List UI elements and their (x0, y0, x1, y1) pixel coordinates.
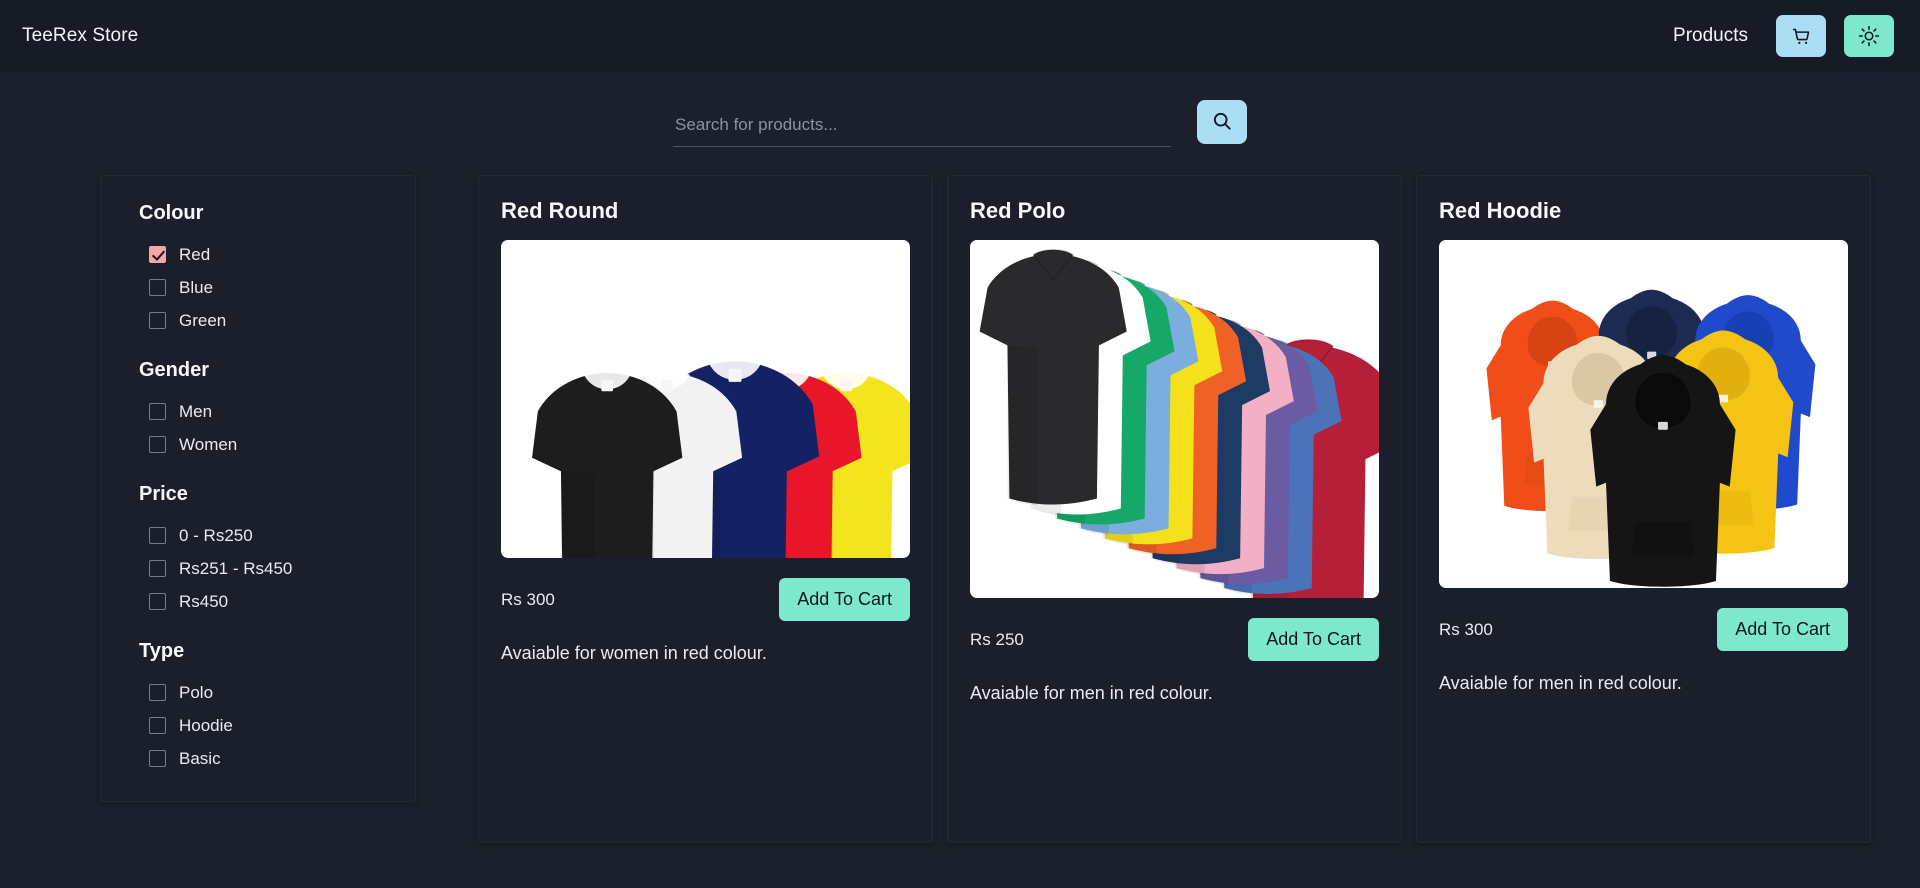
product-card: Red Polo Rs 250 Add To Cart Avaiable for… (947, 175, 1402, 843)
checkbox[interactable] (149, 527, 166, 544)
search-button[interactable] (1197, 100, 1247, 144)
product-meta-row: Rs 300 Add To Cart (501, 578, 910, 621)
filter-option-rs251-rs450[interactable]: Rs251 - Rs450 (101, 552, 415, 585)
product-title: Red Round (501, 198, 619, 223)
product-price: Rs 250 (970, 629, 1024, 649)
add-to-cart-button[interactable]: Add To Cart (1248, 618, 1379, 661)
navbar-actions: Products (1663, 15, 1894, 57)
filter-group-title: Type (139, 640, 185, 662)
checkbox[interactable] (149, 750, 166, 767)
filter-option-label: Basic (179, 748, 221, 768)
filter-option-green[interactable]: Green (101, 304, 415, 337)
checkbox[interactable] (149, 436, 166, 453)
search-bar (0, 72, 1920, 147)
shopping-cart-icon (1791, 26, 1812, 47)
main-content: Colour Red Blue Green Gender Men Women Price 0 -… (0, 147, 1920, 843)
navbar: TeeRex Store Products (0, 0, 1920, 72)
product-price: Rs 300 (1439, 619, 1493, 639)
nav-link-products[interactable]: Products (1663, 21, 1758, 51)
checkbox[interactable] (149, 593, 166, 610)
filter-option-women[interactable]: Women (101, 428, 415, 461)
product-card: Red Hoodie Rs 300 Add To Cart Avaiable f… (1416, 175, 1871, 843)
polo-shirts-photo (970, 240, 1379, 598)
product-price: Rs 300 (501, 589, 555, 609)
filter-option-polo[interactable]: Polo (101, 676, 415, 709)
filter-option-red[interactable]: Red (101, 238, 415, 271)
product-meta-row: Rs 250 Add To Cart (970, 618, 1379, 661)
filter-group-colour: Colour Red Blue Green (101, 202, 415, 337)
filter-option-label: 0 - Rs250 (179, 525, 253, 545)
search-field-wrapper (673, 109, 1171, 147)
search-icon (1211, 110, 1233, 135)
checkbox[interactable] (149, 717, 166, 734)
filter-group-price: Price 0 - Rs250 Rs251 - Rs450 Rs450 (101, 483, 415, 618)
filter-option-label: Red (179, 244, 211, 264)
product-title: Red Hoodie (1439, 198, 1562, 223)
filter-option-men[interactable]: Men (101, 395, 415, 428)
filter-option-label: Women (179, 434, 238, 454)
filter-group-title: Price (139, 483, 188, 505)
product-grid: Red Round Rs 300 Add To Cart Avaiable fo… (416, 175, 1871, 843)
theme-toggle-button[interactable] (1844, 15, 1894, 57)
search-input[interactable] (673, 109, 1171, 147)
filter-option-0-rs250[interactable]: 0 - Rs250 (101, 519, 415, 552)
filter-option-label: Rs251 - Rs450 (179, 558, 293, 578)
filter-group-title: Colour (139, 202, 204, 224)
filter-option-label: Hoodie (179, 715, 233, 735)
filter-sidebar: Colour Red Blue Green Gender Men Women Price 0 -… (100, 175, 416, 802)
product-description: Avaiable for women in red colour. (501, 643, 767, 663)
brand-title: TeeRex Store (22, 25, 139, 46)
add-to-cart-button[interactable]: Add To Cart (779, 578, 910, 621)
product-description: Avaiable for men in red colour. (1439, 673, 1682, 693)
filter-option-label: Rs450 (179, 591, 229, 611)
checkbox[interactable] (149, 403, 166, 420)
filter-group-type: Type Polo Hoodie Basic (101, 640, 415, 775)
cart-button[interactable] (1776, 15, 1826, 57)
filter-option-basic[interactable]: Basic (101, 742, 415, 775)
hoodies-photo (1439, 240, 1848, 588)
product-title: Red Polo (970, 198, 1066, 223)
checkbox[interactable] (149, 312, 166, 329)
round-neck-tshirts-photo (501, 240, 910, 558)
filter-group-title: Gender (139, 359, 210, 381)
checkbox[interactable] (149, 684, 166, 701)
checkbox[interactable] (149, 560, 166, 577)
filter-option-label: Polo (179, 682, 214, 702)
checkbox-checked[interactable] (149, 246, 166, 263)
filter-option-blue[interactable]: Blue (101, 271, 415, 304)
product-card: Red Round Rs 300 Add To Cart Avaiable fo… (478, 175, 933, 843)
filter-option-label: Green (179, 310, 227, 330)
filter-group-gender: Gender Men Women (101, 359, 415, 461)
product-meta-row: Rs 300 Add To Cart (1439, 608, 1848, 651)
checkbox[interactable] (149, 279, 166, 296)
sun-icon (1858, 25, 1880, 47)
filter-option-label: Men (179, 401, 213, 421)
product-description: Avaiable for men in red colour. (970, 683, 1213, 703)
filter-option-rs450[interactable]: Rs450 (101, 585, 415, 618)
filter-option-label: Blue (179, 277, 214, 297)
add-to-cart-button[interactable]: Add To Cart (1717, 608, 1848, 651)
filter-option-hoodie[interactable]: Hoodie (101, 709, 415, 742)
